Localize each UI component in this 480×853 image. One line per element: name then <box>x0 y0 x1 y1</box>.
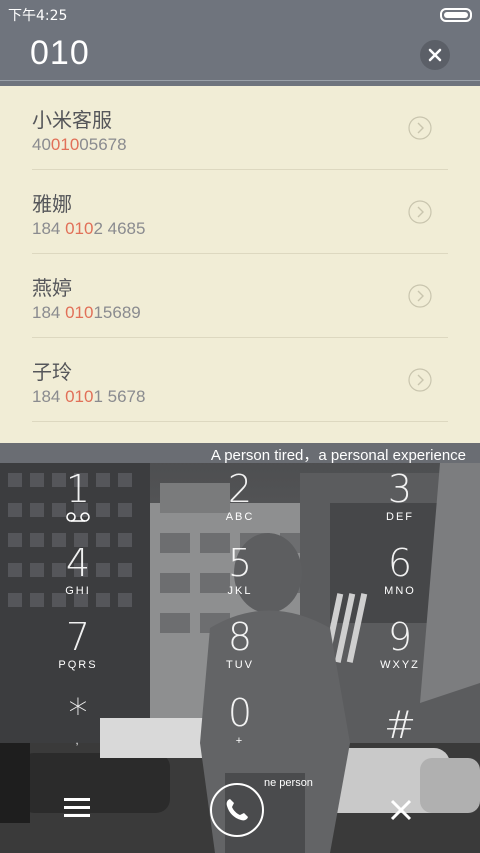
call-button[interactable] <box>210 783 264 837</box>
matched-digits: 010 <box>65 219 94 238</box>
phone-icon <box>226 799 248 821</box>
key-digit: # <box>384 703 416 747</box>
key-letters: MNO <box>384 585 416 597</box>
status-bar: 下午4:25 <box>0 0 480 26</box>
dial-key-star[interactable]: * , <box>23 693 133 747</box>
clear-number-button[interactable] <box>420 40 450 70</box>
close-icon <box>428 48 442 62</box>
contact-row[interactable]: 小米客服 4001005678 <box>0 86 480 170</box>
key-letters: ABC <box>225 511 255 523</box>
dial-key-7[interactable]: 7 PQRS <box>23 617 133 671</box>
key-letters: PQRS <box>58 659 98 671</box>
marquee-banner: A person tired，a personal experience <box>0 443 480 464</box>
dial-key-1[interactable]: 1 <box>23 469 133 526</box>
contact-name: 燕婷 <box>32 276 72 300</box>
contact-row[interactable]: 雅娜 184 0102 4685 <box>0 170 480 254</box>
matched-digits: 010 <box>65 387 94 406</box>
menu-icon[interactable] <box>64 797 92 819</box>
status-time: 下午4:25 <box>8 8 68 24</box>
dial-key-9[interactable]: 9 WXYZ <box>345 617 455 671</box>
contact-row[interactable]: 燕婷 184 01015689 <box>0 254 480 338</box>
key-digit: 8 <box>227 615 253 659</box>
dialpad-area: A person tired，a personal experience 1 2… <box>0 443 480 853</box>
key-digit: 6 <box>387 541 413 585</box>
contact-name: 子玲 <box>32 360 72 384</box>
contact-number: 184 0102 4685 <box>32 219 146 238</box>
key-letters: JKL <box>227 585 253 597</box>
key-digit: 5 <box>227 541 253 585</box>
matched-digits: 010 <box>65 303 94 322</box>
key-digit: 1 <box>65 467 91 511</box>
dial-key-5[interactable]: 5 JKL <box>185 543 295 597</box>
dial-key-8[interactable]: 8 TUV <box>185 617 295 671</box>
dial-key-hash[interactable]: # <box>345 705 455 747</box>
contact-name: 雅娜 <box>32 192 72 216</box>
key-digit: 4 <box>65 541 91 585</box>
key-letters: WXYZ <box>380 659 420 671</box>
battery-icon <box>440 8 472 22</box>
key-letters: + <box>235 735 245 747</box>
key-digit: 2 <box>227 467 253 511</box>
key-digit: 9 <box>387 615 413 659</box>
banner-text: A person tired，a personal experience <box>210 447 466 464</box>
contact-number: 4001005678 <box>32 135 127 154</box>
contact-results-list: 小米客服 4001005678 雅娜 184 0102 4685 燕婷 184 … <box>0 86 480 443</box>
row-divider <box>32 421 448 422</box>
chevron-right-icon[interactable] <box>408 368 432 392</box>
dial-key-4[interactable]: 4 GHI <box>23 543 133 597</box>
voicemail-icon <box>23 511 133 526</box>
key-digit: 7 <box>65 615 91 659</box>
chevron-right-icon[interactable] <box>408 116 432 140</box>
matched-digits: 010 <box>50 135 80 154</box>
search-header: 下午4:25 010 <box>0 0 480 86</box>
contact-number: 184 01015689 <box>32 303 141 322</box>
key-digit: 3 <box>387 467 413 511</box>
key-digit: * <box>68 691 88 735</box>
key-digit: 0 <box>227 691 253 735</box>
dial-key-3[interactable]: 3 DEF <box>345 469 455 523</box>
contact-name: 小米客服 <box>32 108 112 132</box>
chevron-right-icon[interactable] <box>408 200 432 224</box>
header-divider <box>0 80 480 81</box>
contact-row[interactable]: 子玲 184 0101 5678 <box>0 338 480 422</box>
chevron-right-icon[interactable] <box>408 284 432 308</box>
key-letters: , <box>75 735 81 747</box>
key-letters: DEF <box>386 511 414 523</box>
key-letters: TUV <box>226 659 254 671</box>
dial-key-6[interactable]: 6 MNO <box>345 543 455 597</box>
close-icon[interactable] <box>390 799 412 821</box>
dial-key-2[interactable]: 2 ABC <box>185 469 295 523</box>
contact-number: 184 0101 5678 <box>32 387 146 406</box>
dialed-number[interactable]: 010 <box>30 34 90 73</box>
caption-text: ne person <box>264 777 313 789</box>
key-letters: GHI <box>65 585 91 597</box>
dial-key-0[interactable]: 0 + <box>185 693 295 747</box>
